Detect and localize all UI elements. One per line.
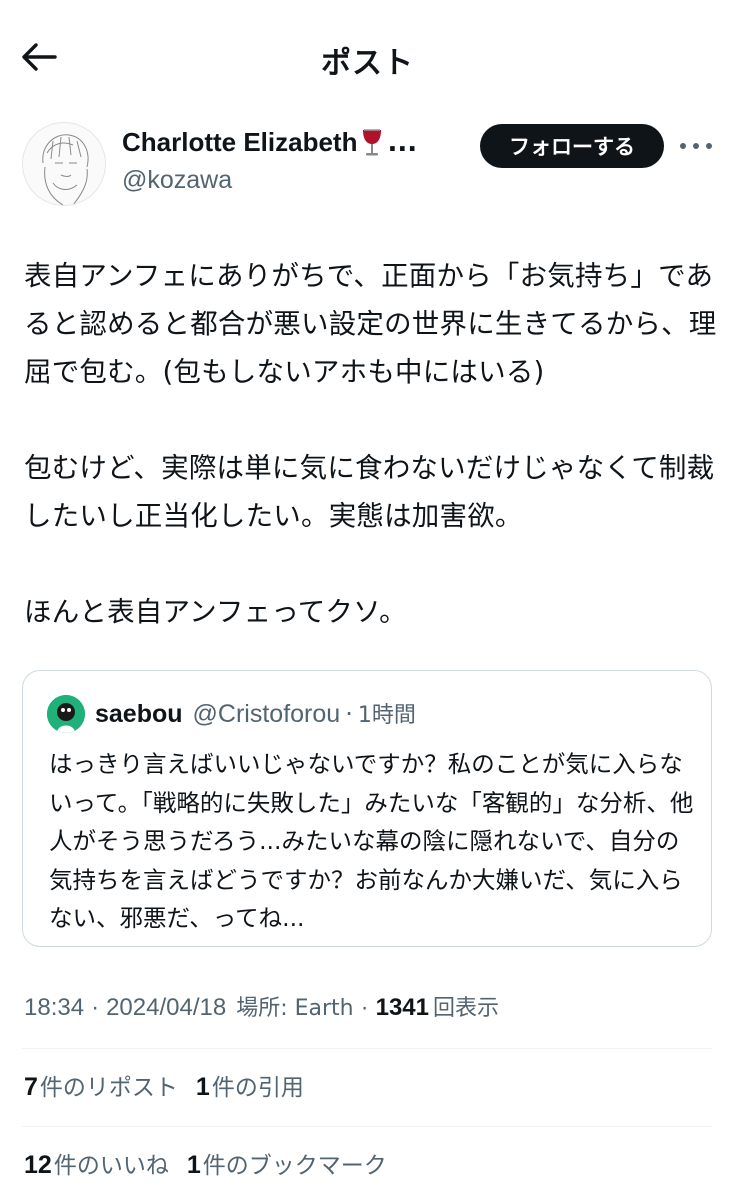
separator-dot: · — [91, 994, 100, 1021]
reposts-count: 7 — [24, 1073, 38, 1101]
author-name[interactable]: Charlotte Elizabeth — [122, 127, 357, 158]
reposts-stat[interactable]: 7 件のリポスト — [24, 1068, 178, 1102]
likes-label: 件のいいね — [53, 1153, 169, 1179]
author-avatar[interactable] — [22, 122, 106, 206]
page-title: ポスト — [321, 46, 414, 81]
quoted-timestamp[interactable]: 1時間 — [358, 697, 416, 729]
reposts-label: 件のリポスト — [39, 1075, 178, 1101]
wine-glass-icon — [361, 128, 383, 158]
repost-stats-row: 7 件のリポスト 1 件の引用 — [24, 1068, 322, 1102]
follow-button[interactable]: フォローする — [480, 124, 664, 168]
quoted-author-name[interactable]: saebou — [95, 700, 183, 729]
quotes-stat[interactable]: 1 件の引用 — [196, 1068, 304, 1102]
author-handle[interactable]: @kozawa — [122, 166, 232, 195]
top-bar: ポスト — [0, 0, 735, 110]
bookmarks-label: 件のブックマーク — [202, 1153, 387, 1179]
bookmarks-count: 1 — [186, 1151, 201, 1179]
likes-count: 12 — [24, 1151, 52, 1179]
divider — [22, 1048, 712, 1049]
name-truncation: ... — [387, 127, 418, 158]
views-label: 回表示 — [432, 996, 499, 1021]
separator-dot: · — [360, 994, 369, 1021]
separator-dot: · — [345, 700, 353, 728]
post-location: 場所: Earth — [236, 996, 354, 1021]
views-count: 1341 — [375, 994, 429, 1021]
author-name-row[interactable]: Charlotte Elizabeth ... — [122, 127, 452, 158]
post-date[interactable]: 2024/04/18 — [106, 994, 226, 1022]
quoted-post[interactable]: saebou @Cristoforou · 1時間 はっきり言えばいいじゃないで… — [22, 670, 712, 947]
like-stats-row: 12 件のいいね 1 件のブックマーク — [24, 1146, 405, 1180]
quotes-label: 件の引用 — [211, 1075, 304, 1101]
quoted-author-handle[interactable]: @Cristoforou — [193, 700, 341, 729]
post-time[interactable]: 18:34 — [24, 994, 84, 1022]
likes-stat[interactable]: 12 件のいいね — [24, 1146, 169, 1180]
more-options-icon[interactable] — [680, 132, 712, 160]
quoted-author-avatar[interactable] — [47, 695, 85, 733]
quoted-header: saebou @Cristoforou · 1時間 — [95, 697, 416, 729]
quotes-count: 1 — [195, 1073, 210, 1101]
post-meta: 18:34 · 2024/04/18 場所: Earth · 1341 回表示 — [24, 990, 499, 1022]
post-body: 表自アンフェにありがちで、正面から「お気持ち」であると認めると都合が悪い設定の世… — [24, 260, 717, 628]
bookmarks-stat[interactable]: 1 件のブックマーク — [187, 1146, 387, 1180]
quoted-body: はっきり言えばいいじゃないですか？私のことが気に入らないって。「戦略的に失敗した… — [49, 750, 694, 932]
divider — [22, 1126, 712, 1127]
